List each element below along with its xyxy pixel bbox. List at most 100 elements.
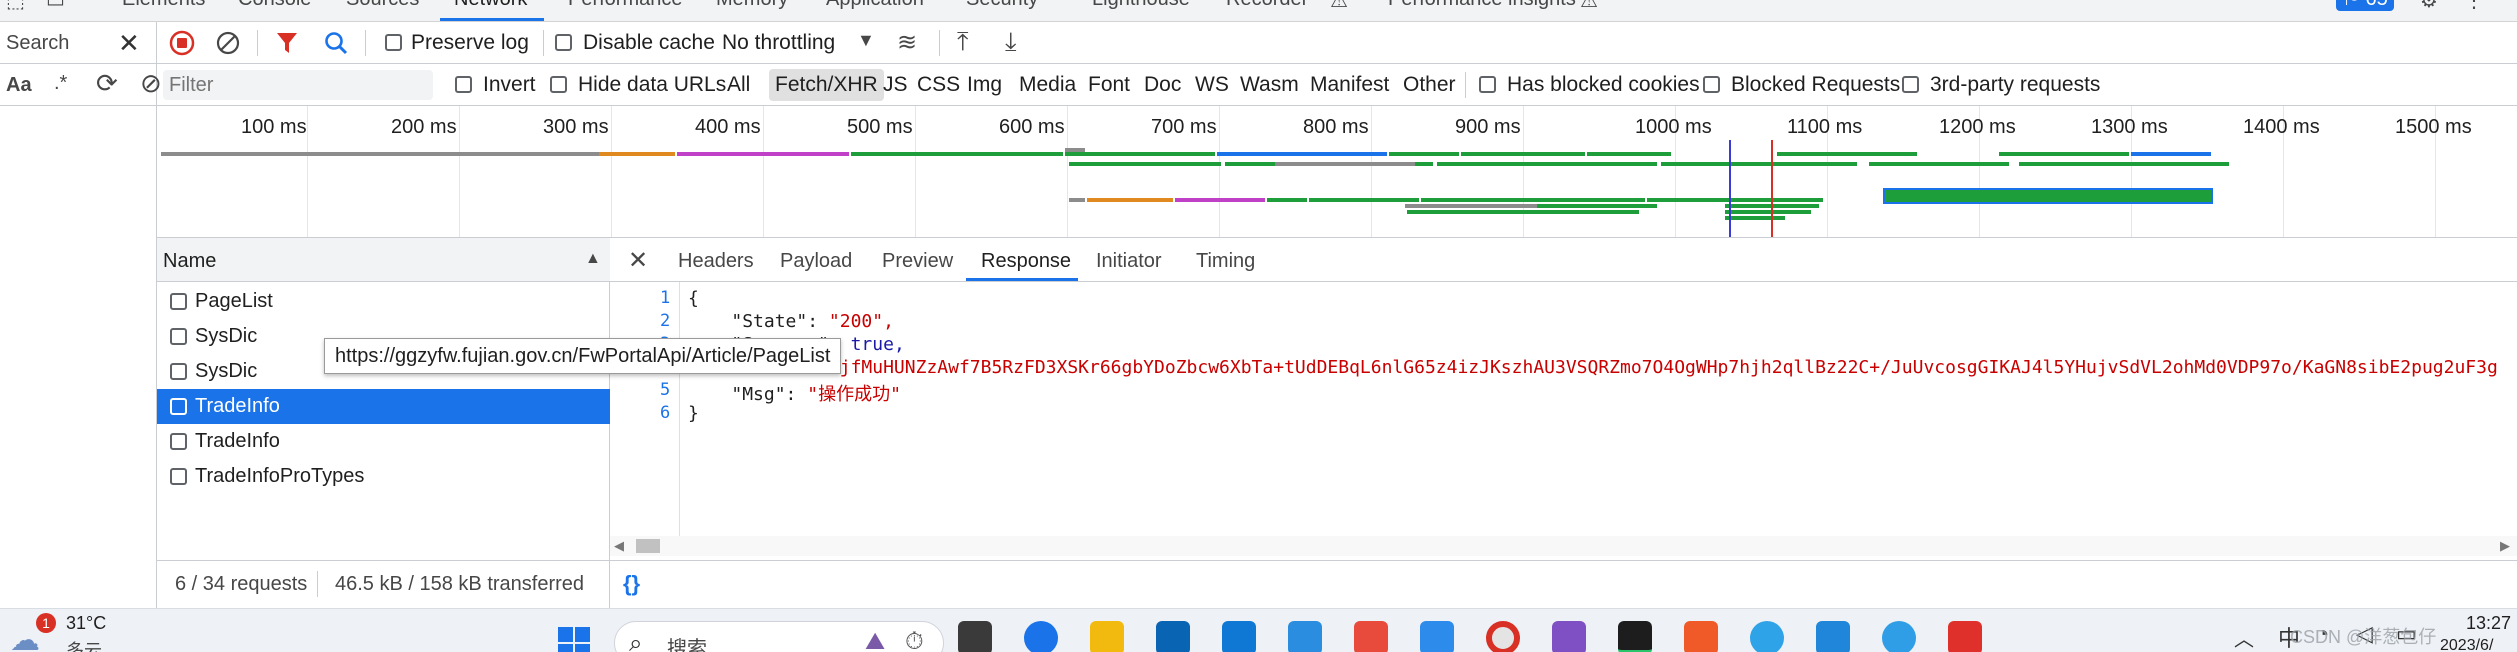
issues-badge[interactable]: ⚑ 65 (2336, 0, 2394, 11)
chevron-down-icon[interactable]: ▼ (857, 30, 875, 51)
tab-initiator[interactable]: Initiator (1096, 250, 1162, 273)
tray-chevron-icon[interactable]: ︿ (2234, 623, 2254, 652)
app-icon-puzzle[interactable] (1354, 621, 1388, 652)
visual-studio-icon[interactable] (1552, 621, 1586, 652)
tab-security[interactable]: Security (966, 0, 1038, 11)
clear-icon[interactable] (215, 30, 241, 56)
filter-type-js[interactable]: JS (883, 73, 908, 97)
record-stop-icon[interactable] (169, 30, 195, 56)
request-checkbox[interactable] (170, 293, 187, 310)
vscode-icon[interactable] (1816, 621, 1850, 652)
request-name: SysDic (195, 360, 258, 382)
wps-icon[interactable] (1948, 621, 1982, 652)
taskbar-search-box[interactable]: ⌕ 搜索 ⛰ ⏱ (614, 621, 944, 652)
export-har-icon[interactable]: ⤓ (1005, 26, 1017, 58)
request-checkbox[interactable] (170, 398, 187, 415)
network-conditions-icon[interactable]: ≋ (897, 28, 917, 57)
file-explorer-icon[interactable] (1090, 621, 1124, 652)
filter-type-manifest[interactable]: Manifest (1310, 73, 1389, 97)
tab-memory[interactable]: Memory (716, 0, 788, 11)
pretty-print-button[interactable]: {} (623, 571, 640, 597)
filter-type-other[interactable]: Other (1403, 73, 1456, 97)
settings-gear-icon[interactable]: ⚙ (2420, 0, 2438, 13)
refresh-search-icon[interactable]: ⟳ (96, 68, 118, 99)
clock-date[interactable]: 2023/6/ (2440, 637, 2493, 652)
tab-network[interactable]: Network (454, 0, 527, 11)
tab-application[interactable]: Application (826, 0, 924, 11)
blocked-cookies-checkbox[interactable] (1479, 76, 1496, 93)
task-view-icon[interactable] (958, 621, 992, 652)
request-checkbox[interactable] (170, 468, 187, 485)
network-overview[interactable]: 100 ms 200 ms 300 ms 400 ms 500 ms 600 m… (157, 106, 2517, 238)
filter-input[interactable] (163, 70, 433, 100)
windows-start-icon[interactable] (556, 625, 592, 652)
tab-performance[interactable]: Performance (568, 0, 683, 11)
tab-console[interactable]: Console (238, 0, 311, 11)
request-row[interactable]: TradeInfoProTypes (157, 459, 610, 494)
scroll-left-icon[interactable]: ◀ (614, 538, 624, 554)
filter-type-all[interactable]: All (727, 73, 750, 97)
feishu-icon[interactable] (1420, 621, 1454, 652)
tab-timing[interactable]: Timing (1196, 250, 1255, 273)
search-icon[interactable] (323, 30, 349, 56)
weather-temp[interactable]: 31°C (66, 613, 106, 634)
filter-type-media[interactable]: Media (1019, 73, 1076, 97)
tab-payload[interactable]: Payload (780, 250, 852, 273)
throttling-select[interactable]: No throttling (722, 31, 835, 55)
app-icon-orange[interactable] (1684, 621, 1718, 652)
blocked-requests-checkbox[interactable] (1703, 76, 1720, 93)
tab-recorder[interactable]: Recorder (1226, 0, 1308, 11)
filter-type-css[interactable]: CSS (917, 73, 960, 97)
app-icon-circle[interactable] (1882, 621, 1916, 652)
tab-lighthouse[interactable]: Lighthouse (1092, 0, 1190, 11)
edge-icon[interactable] (1024, 621, 1058, 652)
filter-type-ws[interactable]: WS (1195, 73, 1229, 97)
import-har-icon[interactable]: ⤒ (957, 26, 969, 58)
match-case-toggle[interactable]: Aa (6, 74, 32, 97)
filter-icon[interactable] (275, 30, 299, 56)
request-checkbox[interactable] (170, 433, 187, 450)
scroll-right-icon[interactable]: ▶ (2500, 538, 2510, 554)
store-icon[interactable] (1156, 621, 1190, 652)
invert-checkbox[interactable] (455, 76, 472, 93)
inspect-icon[interactable]: ⬚ (6, 0, 25, 13)
disable-cache-checkbox[interactable] (555, 34, 572, 51)
tab-response[interactable]: Response (981, 250, 1071, 273)
close-detail-icon[interactable]: ✕ (628, 246, 648, 275)
close-search-icon[interactable]: ✕ (118, 28, 140, 59)
mail-icon[interactable] (1222, 621, 1256, 652)
tab-performance-insights[interactable]: Performance insights (1388, 0, 1576, 11)
regex-toggle[interactable]: .* (54, 72, 67, 95)
tab-preview[interactable]: Preview (882, 250, 953, 273)
timeline-gridline (1219, 106, 1220, 237)
app-icon-blue[interactable] (1288, 621, 1322, 652)
filter-type-fetch-xhr[interactable]: Fetch/XHR (769, 69, 884, 101)
weather-desc[interactable]: 多云 (66, 637, 102, 652)
horizontal-scrollbar[interactable]: ◀ ▶ (610, 536, 2517, 556)
scrollbar-thumb[interactable] (636, 539, 660, 553)
device-toolbar-icon[interactable]: ▭ (46, 0, 65, 13)
filter-type-doc[interactable]: Doc (1144, 73, 1181, 97)
tab-headers[interactable]: Headers (678, 250, 754, 273)
preserve-log-checkbox[interactable] (385, 34, 402, 51)
request-row[interactable]: TradeInfo (157, 424, 610, 459)
filter-type-wasm[interactable]: Wasm (1240, 73, 1299, 97)
chrome-icon[interactable] (1486, 621, 1520, 652)
weather-cloud-icon[interactable]: ☁ (10, 623, 40, 652)
name-column-header[interactable]: Name (163, 250, 216, 273)
clock-time[interactable]: 13:27 (2466, 613, 2511, 634)
app-icon-network[interactable] (1750, 621, 1784, 652)
hide-data-urls-checkbox[interactable] (550, 76, 567, 93)
third-party-checkbox[interactable] (1902, 76, 1919, 93)
filter-type-font[interactable]: Font (1088, 73, 1130, 97)
request-row[interactable]: PageList (157, 284, 610, 319)
pycharm-icon[interactable] (1618, 621, 1652, 652)
request-row-selected[interactable]: TradeInfo (157, 389, 610, 424)
request-checkbox[interactable] (170, 328, 187, 345)
filter-type-img[interactable]: Img (967, 73, 1002, 97)
request-checkbox[interactable] (170, 363, 187, 380)
tab-sources[interactable]: Sources (346, 0, 419, 11)
tab-elements[interactable]: Elements (122, 0, 205, 11)
request-list-header[interactable]: Name ▲ (157, 238, 610, 282)
more-options-icon[interactable]: ⋮ (2464, 0, 2484, 13)
